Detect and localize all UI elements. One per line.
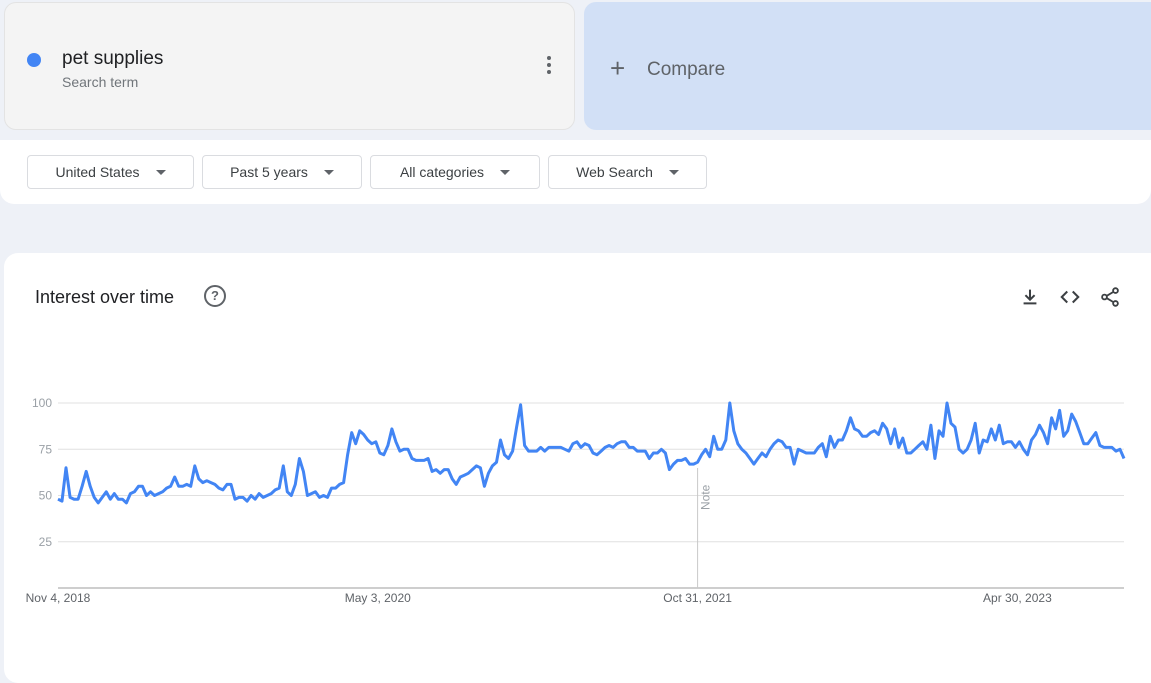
dropdown-arrow-icon xyxy=(668,169,679,175)
note-annotation: Note xyxy=(697,468,713,588)
interest-over-time-card: Interest over time ? Note 25 50 75 100 Nov … xyxy=(4,253,1151,683)
region-filter[interactable]: United States xyxy=(27,155,194,189)
gridlines xyxy=(58,402,1124,589)
search-term-card: pet supplies Search term xyxy=(4,2,575,130)
y-axis-ticks: 25 50 75 100 xyxy=(32,396,52,549)
compare-button[interactable]: + Compare xyxy=(584,2,1151,130)
time-range-filter-label: Past 5 years xyxy=(230,164,308,180)
line-chart: Note 25 50 75 100 Nov 4, 2018 May 3, 2020 Oct… xyxy=(26,396,1126,605)
time-range-filter[interactable]: Past 5 years xyxy=(202,155,362,189)
compare-label: Compare xyxy=(647,59,726,80)
x-tick-label: Apr 30, 2023 xyxy=(983,591,1052,605)
category-filter-label: All categories xyxy=(399,164,485,180)
more-vert-icon[interactable] xyxy=(544,56,554,78)
note-label: Note xyxy=(699,484,713,510)
series-line xyxy=(57,401,1126,505)
series-lines xyxy=(57,401,1126,505)
y-tick-label: 25 xyxy=(39,535,53,549)
x-tick-label: May 3, 2020 xyxy=(345,591,411,605)
dropdown-arrow-icon xyxy=(155,169,166,175)
category-filter[interactable]: All categories xyxy=(370,155,540,189)
region-filter-label: United States xyxy=(55,164,140,180)
y-tick-label: 100 xyxy=(32,396,52,410)
x-axis-ticks: Nov 4, 2018 May 3, 2020 Oct 31, 2021 Apr 30… xyxy=(26,591,1052,605)
filter-bar: United States Past 5 years All categorie… xyxy=(0,140,1151,204)
search-term-sublabel: Search term xyxy=(62,74,139,90)
plus-icon: + xyxy=(610,53,626,83)
search-type-filter-label: Web Search xyxy=(576,164,653,180)
dropdown-arrow-icon xyxy=(323,169,334,175)
search-term-label: pet supplies xyxy=(62,48,164,69)
series-color-dot xyxy=(27,53,41,67)
y-tick-label: 50 xyxy=(39,489,53,503)
x-tick-label: Oct 31, 2021 xyxy=(663,591,732,605)
y-tick-label: 75 xyxy=(39,442,53,456)
search-type-filter[interactable]: Web Search xyxy=(548,155,707,189)
dropdown-arrow-icon xyxy=(500,169,511,175)
x-tick-label: Nov 4, 2018 xyxy=(26,591,91,605)
